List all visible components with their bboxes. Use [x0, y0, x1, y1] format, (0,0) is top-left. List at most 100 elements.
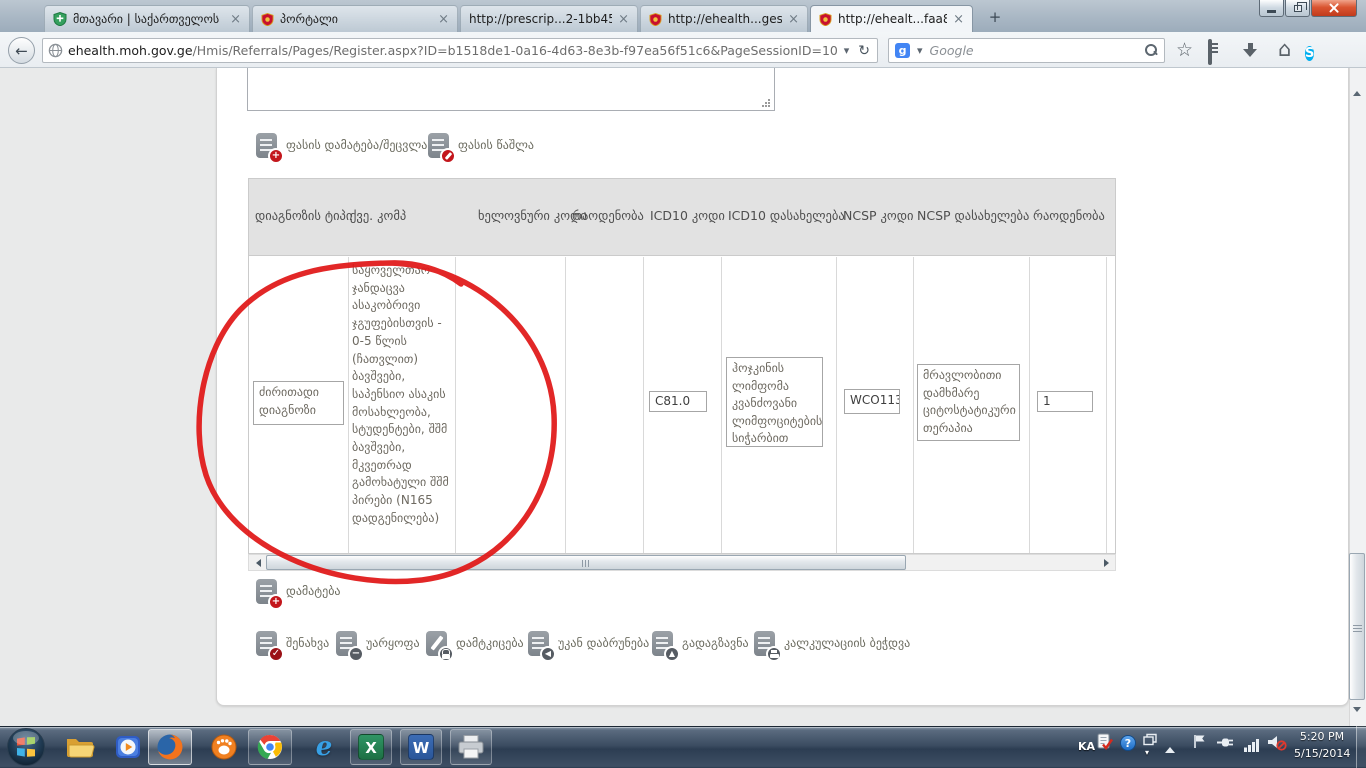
scroll-right-button[interactable] — [1099, 555, 1115, 570]
textarea-resize-grip[interactable] — [768, 105, 770, 107]
tab-close-icon[interactable]: × — [230, 13, 241, 26]
document-icon: + — [256, 579, 277, 604]
start-button[interactable] — [5, 727, 47, 767]
table-horizontal-scrollbar[interactable] — [248, 554, 1116, 571]
taskbar-firefox-active[interactable] — [148, 729, 192, 765]
bookmarks-panel-icon[interactable] — [1208, 42, 1212, 63]
scroll-left-button[interactable] — [249, 555, 265, 570]
google-engine-icon[interactable]: g — [895, 43, 910, 58]
check-badge-icon: ✓ — [268, 646, 284, 662]
restore-icon — [1294, 5, 1302, 12]
tab-close-icon[interactable]: × — [618, 13, 629, 26]
tray-caret-icon[interactable]: ▾ — [1145, 748, 1149, 757]
document-icon: ✓ — [256, 631, 277, 656]
document-icon: + — [256, 133, 277, 158]
col-header-quantity-1: რაოდენობა — [572, 208, 644, 223]
diagnosis-type-field[interactable]: ძირითადი დიაგნოზი — [253, 381, 344, 425]
volume-muted-icon[interactable] — [1266, 734, 1287, 755]
price-add-button[interactable]: + ფასის დამატება/შეცვლა — [256, 130, 427, 160]
minus-badge-icon: − — [348, 646, 364, 662]
approve-label: დამტკიცება — [456, 636, 524, 650]
browser-tab-bar: მთავარი | საქართველოს ... × პორტალი × ht… — [0, 0, 1366, 32]
icd10-name-field[interactable]: ჰოჯკინის ლიმფომა კვანძოვანი ლიმფოციტების… — [726, 357, 823, 447]
reject-button[interactable]: − უარყოფა — [336, 628, 420, 658]
home-icon[interactable]: ⌂ — [1278, 39, 1291, 60]
taskbar-media-player[interactable] — [106, 729, 150, 765]
firefox-icon — [155, 732, 185, 762]
icd10-code-input[interactable]: C81.0 — [649, 391, 707, 412]
bookmark-star-icon[interactable]: ☆ — [1176, 40, 1193, 61]
url-bar[interactable]: ehealth.moh.gov.ge/Hmis/Referrals/Pages/… — [42, 38, 878, 63]
window-minimize-button[interactable] — [1259, 0, 1284, 17]
taskbar-chrome[interactable] — [248, 729, 292, 765]
approve-button[interactable]: დამტკიცება — [426, 628, 524, 658]
back-button[interactable]: ← — [8, 37, 35, 64]
col-header-ncsp-name: NCSP დასახელება — [917, 208, 1029, 223]
quantity-input[interactable]: 1 — [1037, 391, 1093, 412]
reload-icon[interactable]: ↻ — [856, 43, 872, 59]
tab-ehealth-list[interactable]: http://ehealth...ges/List.aspx × — [640, 5, 808, 32]
column-divider — [643, 257, 644, 553]
url-dropdown-icon[interactable]: ▾ — [842, 44, 852, 57]
print-calculation-button[interactable]: კალკულაციის ბეჭდვა — [754, 628, 910, 658]
document-icon: ▲ — [652, 631, 673, 656]
taskbar-gom-player[interactable] — [202, 729, 246, 765]
column-divider — [913, 257, 914, 553]
taskbar-excel[interactable]: X — [350, 729, 392, 765]
save-button[interactable]: ✓ შენახვა — [256, 628, 329, 658]
window-close-button[interactable] — [1311, 0, 1357, 17]
search-bar[interactable]: g ▾ — [888, 38, 1165, 63]
search-input[interactable] — [930, 43, 1140, 58]
taskbar-explorer[interactable] — [58, 729, 102, 765]
document-icon — [754, 631, 775, 656]
notes-tray-icon[interactable] — [1096, 733, 1113, 754]
ncsp-name-field[interactable]: მრავლობითი დამხმარე ციტოსტატიკური თერაპი… — [917, 364, 1020, 441]
return-back-button[interactable]: ◀ უკან დაბრუნება — [528, 628, 649, 658]
power-plug-icon[interactable] — [1216, 735, 1235, 754]
skype-extension-icon[interactable]: S — [1305, 41, 1314, 63]
tab-prescription[interactable]: http://prescrip...2-1bb455b37925 × — [460, 5, 638, 32]
pencil-icon — [426, 631, 447, 656]
tab-title: მთავარი | საქართველოს ... — [73, 12, 224, 26]
scroll-up-button[interactable] — [1353, 72, 1361, 91]
action-center-flag-icon[interactable] — [1191, 733, 1207, 754]
search-icon[interactable] — [1145, 44, 1158, 57]
language-indicator[interactable]: KA — [1078, 740, 1095, 753]
col-header-quantity-2: რაოდენობა — [1033, 208, 1105, 223]
taskbar-fax-printer[interactable] — [450, 729, 492, 765]
horizontal-scroll-thumb[interactable] — [266, 555, 906, 570]
document-icon: ◀ — [528, 631, 549, 656]
ncsp-code-field[interactable]: WCO113 — [844, 389, 900, 414]
word-icon: W — [408, 734, 434, 760]
url-domain: ehealth.moh.gov.ge — [68, 43, 193, 58]
folder-icon — [65, 735, 95, 759]
minimize-icon — [1267, 10, 1276, 13]
tab-close-icon[interactable]: × — [788, 13, 799, 26]
taskbar-word[interactable]: W — [400, 729, 442, 765]
vertical-scroll-thumb[interactable] — [1349, 553, 1365, 700]
help-tray-icon[interactable]: ? — [1120, 735, 1136, 751]
taskbar-internet-explorer[interactable]: e — [302, 729, 346, 765]
new-tab-button[interactable]: + — [982, 8, 1008, 28]
plus-badge-icon: + — [268, 594, 284, 610]
price-delete-button[interactable]: ფასის წაშლა — [428, 130, 534, 160]
clock-time[interactable]: 5:20 PM — [1294, 730, 1350, 743]
tab-portal[interactable]: პორტალი × — [252, 5, 458, 32]
tab-close-icon[interactable]: × — [953, 13, 964, 26]
tab-close-icon[interactable]: × — [438, 13, 449, 26]
network-signal-icon[interactable] — [1243, 737, 1261, 756]
window-restore-button[interactable] — [1285, 0, 1310, 17]
up-arrow-icon — [1353, 68, 1361, 96]
add-button[interactable]: + დამატება — [256, 576, 341, 606]
excel-icon: X — [358, 734, 384, 760]
send-button[interactable]: ▲ გადაგზავნა — [652, 628, 749, 658]
hidden-icons-button[interactable] — [1165, 742, 1175, 753]
add-label: დამატება — [286, 584, 341, 598]
show-desktop-button[interactable] — [1356, 726, 1366, 768]
engine-dropdown-icon[interactable]: ▾ — [915, 44, 925, 57]
globe-icon — [48, 43, 63, 58]
tab-ehealth-register-active[interactable]: http://ehealt...faa8dda664a6 × — [810, 5, 973, 32]
clock-date[interactable]: 5/15/2014 — [1294, 747, 1350, 760]
tab-moh-home[interactable]: მთავარი | საქართველოს ... × — [44, 5, 250, 32]
send-label: გადაგზავნა — [682, 636, 749, 650]
